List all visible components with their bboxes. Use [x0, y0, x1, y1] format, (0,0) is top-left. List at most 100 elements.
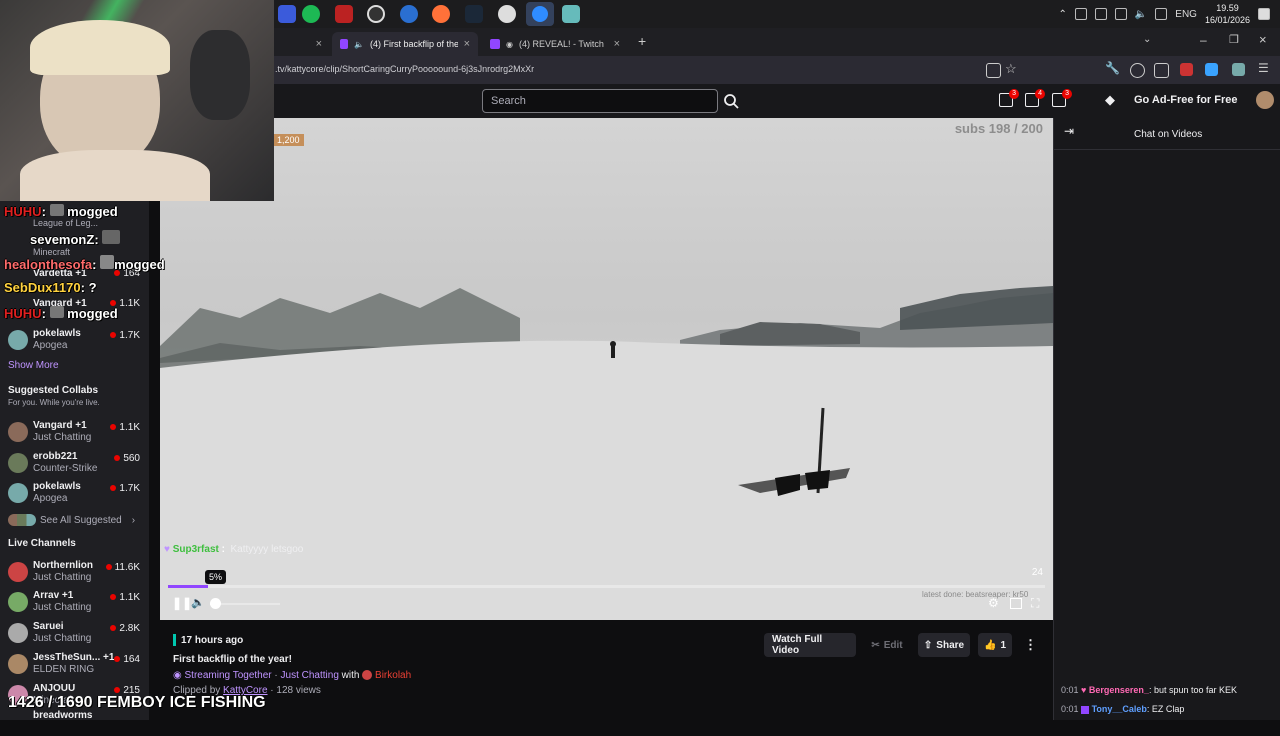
volume-icon[interactable]: 🔈 [191, 596, 205, 609]
overlay-chat-line: SebDux1170: ? [4, 280, 97, 295]
ccleaner-icon[interactable] [400, 5, 418, 23]
overlay-emote-icon [100, 255, 115, 269]
close-tab-icon[interactable]: × [614, 38, 620, 50]
extension-icon[interactable] [1205, 63, 1218, 76]
thumbs-up-icon: 👍 [984, 639, 997, 651]
browser-tab[interactable]: ◉ (4) REVEAL! - Twitch × [482, 32, 628, 56]
browser-tab[interactable]: × [276, 32, 330, 56]
inbox-icon[interactable]: 4 [1025, 89, 1045, 107]
collapse-chat-icon[interactable]: ⇥ [1064, 124, 1074, 138]
extension-icon[interactable] [1232, 63, 1245, 76]
volume-slider[interactable] [210, 598, 280, 609]
more-options-icon[interactable]: ⋮ [1024, 637, 1037, 653]
volume-icon[interactable]: 🔈 [1135, 9, 1147, 20]
browser-tab-active[interactable]: 🔈 (4) First backflip of the year × [332, 32, 478, 56]
prime-loot-icon[interactable]: 3 [999, 89, 1019, 107]
suggested-channel[interactable]: Vangard +1 Just Chatting 1.1K [8, 418, 142, 446]
reader-view-icon[interactable] [986, 63, 1001, 78]
chat-icon[interactable] [278, 5, 296, 23]
bits-icon[interactable]: ◆ [1105, 92, 1115, 108]
steam-icon[interactable] [465, 5, 483, 23]
language-indicator[interactable]: ENG [1175, 9, 1197, 20]
theatre-mode-icon[interactable] [1010, 598, 1022, 609]
settings-gear-icon[interactable]: ⚙ [988, 596, 999, 610]
live-channel[interactable]: Saruei Just Chatting 2.8K [8, 619, 142, 647]
maximize-icon[interactable]: ❐ [1229, 33, 1239, 46]
streaming-together-icon: ◉ [173, 670, 182, 681]
live-channel[interactable]: Northernlion Just Chatting 11.6K [8, 558, 142, 586]
video-player[interactable]: subs 198 / 200 1,200 ♥ Sup3rfast : Katty… [160, 118, 1053, 620]
share-button[interactable]: ⇧ Share [918, 633, 970, 657]
suggested-channel[interactable]: erobb221 Counter-Strike 560 [8, 449, 142, 477]
see-all-suggested-link[interactable]: See All Suggested › [8, 514, 135, 526]
clock[interactable]: 19.59 16/01/2026 [1205, 2, 1250, 26]
sidebar-channel-pokelawls[interactable]: pokelawls Apogea 1.7K [8, 326, 142, 354]
notifications-icon[interactable] [1258, 8, 1270, 20]
system-tray: ⌃ 🔈 ENG 19.59 16/01/2026 [1058, 0, 1270, 28]
search-button[interactable] [720, 89, 742, 113]
extension-icon[interactable] [1180, 63, 1193, 76]
close-tab-icon[interactable]: × [316, 38, 322, 50]
notes-icon[interactable] [562, 5, 580, 23]
tray-app-icon[interactable] [1074, 8, 1087, 20]
voicemeeter-icon[interactable] [335, 5, 353, 23]
network-icon[interactable] [1114, 8, 1127, 20]
avatar [8, 623, 28, 643]
menu-icon[interactable]: ☰ [1258, 61, 1269, 75]
category-link[interactable]: Just Chatting [281, 670, 339, 681]
tab-title: (4) First backflip of the year [370, 39, 458, 49]
show-more-link[interactable]: Show More [8, 360, 59, 371]
watch-full-video-button[interactable]: Watch Full Video [764, 633, 856, 657]
collab-link[interactable]: Birkolah [375, 670, 411, 681]
viewer-count: 164 [114, 654, 140, 665]
avatar-stack [8, 514, 36, 526]
pause-icon[interactable]: ❚❚ [172, 596, 192, 610]
browser-icon[interactable] [526, 2, 554, 26]
close-window-icon[interactable]: × [1259, 32, 1267, 47]
like-button[interactable]: 👍 1 [978, 633, 1012, 657]
extensions-icon[interactable] [1154, 63, 1169, 78]
spotify-icon[interactable] [302, 5, 320, 23]
slack-icon[interactable] [498, 5, 516, 23]
chat-username[interactable]: Bergenseren_ [1089, 685, 1149, 695]
edit-button[interactable]: ✂ Edit [862, 633, 912, 657]
new-tab-icon[interactable]: + [638, 33, 646, 49]
chat-username[interactable]: Tony__Caleb [1092, 704, 1147, 714]
clock-time: 19.59 [1216, 3, 1239, 13]
close-tab-icon[interactable]: × [464, 38, 470, 50]
search-input[interactable]: Search [482, 89, 718, 113]
obs-icon[interactable] [367, 5, 385, 23]
user-avatar[interactable] [1256, 91, 1274, 109]
volume-handle[interactable] [210, 598, 221, 609]
twitch-favicon-icon [340, 39, 349, 49]
battery-icon[interactable] [1155, 8, 1168, 20]
bookmark-star-icon[interactable]: ☆ [1005, 61, 1017, 77]
tools-icon[interactable]: 🔧 [1105, 61, 1120, 75]
live-channel[interactable]: Arrav +1 Just Chatting 1.1K [8, 588, 142, 616]
speaker-icon[interactable]: 🔈 [354, 40, 364, 49]
chevron-up-icon[interactable]: ⌃ [1058, 9, 1066, 20]
minimize-icon[interactable]: – [1200, 33, 1207, 47]
fullscreen-icon[interactable]: ⛶ [1031, 596, 1039, 611]
like-count: 1 [1000, 639, 1007, 651]
tray-app-icon[interactable] [1094, 8, 1107, 20]
firefox-icon[interactable] [432, 5, 450, 23]
channel-name: Vangard +1 [33, 420, 87, 431]
streaming-together-link[interactable]: Streaming Together [185, 670, 272, 681]
whispers-icon[interactable]: 3 [1052, 89, 1072, 107]
tab-list-icon[interactable]: ⌄ [1143, 34, 1151, 45]
stream-goal-banner: 1426 / 1690 FEMBOY ICE FISHING [8, 694, 266, 711]
live-channel[interactable]: breadworms [8, 708, 142, 736]
live-channel[interactable]: JessTheSun... +1 ELDEN RING 164 [8, 650, 142, 678]
chat-timestamp: 0:01 [1061, 704, 1079, 714]
viewer-count: 560 [114, 453, 140, 464]
account-icon[interactable] [1130, 63, 1145, 78]
seek-bar[interactable] [168, 585, 1045, 588]
speaker-icon[interactable]: ◉ [506, 40, 513, 49]
channel-name: ANJOUU [33, 683, 76, 694]
overlay-username: HUHU [4, 306, 42, 321]
url-text[interactable]: .tv/kattycore/clip/ShortCaringCurryPoooo… [275, 64, 534, 74]
suggested-channel[interactable]: pokelawls Apogea 1.7K [8, 479, 142, 507]
channel-game: Just Chatting [33, 602, 92, 613]
go-ad-free-button[interactable]: Go Ad-Free for Free [1134, 94, 1238, 106]
